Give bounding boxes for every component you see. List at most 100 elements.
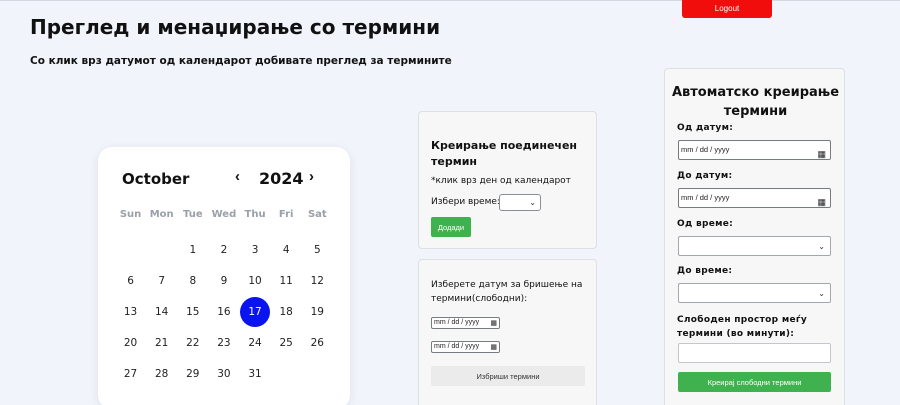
calendar-day-number: 26: [310, 336, 324, 349]
calendar-week: 20 21 22 23 24 25 26: [115, 327, 333, 358]
to-date-label: До датум:: [677, 171, 733, 181]
calendar-day-number: 5: [313, 243, 321, 256]
calendar-day[interactable]: 13: [115, 296, 146, 327]
calendar-grid: Sun Mon Tue Wed Thu Fri Sat 1 2 3 4 5 6 7 8 9 10 11 12 13 1…: [115, 209, 333, 389]
calendar-week: 13 14 15 16 17 18 19: [115, 296, 333, 327]
calendar-day-number: 3: [251, 243, 259, 256]
calendar-day-number: 30: [217, 367, 231, 380]
page-title: Преглед и менаџирање со термини: [30, 15, 441, 39]
to-date-input[interactable]: mm / dd / yyyy ▦: [678, 188, 831, 208]
calendar-day[interactable]: 27: [115, 358, 146, 389]
chevron-right-icon[interactable]: ›: [309, 168, 314, 185]
calendar-day[interactable]: 9: [208, 265, 239, 296]
auto-create-panel: Автоматско креирање термини Од датум: mm…: [664, 68, 845, 405]
weekday-label: Sat: [307, 209, 327, 220]
delete-to-date-input[interactable]: mm / dd / yyyy ▦: [431, 341, 500, 353]
calendar-day-number: 25: [279, 336, 293, 349]
calendar-icon[interactable]: ▦: [817, 145, 826, 163]
logout-button[interactable]: Logout: [682, 0, 772, 18]
calendar-day[interactable]: 8: [177, 265, 208, 296]
create-free-appointments-button[interactable]: Креирај слободни термини: [678, 372, 831, 392]
calendar-day[interactable]: 21: [146, 327, 177, 358]
from-date-input[interactable]: mm / dd / yyyy ▦: [678, 140, 831, 160]
calendar-day[interactable]: 11: [271, 265, 302, 296]
calendar-days: 1 2 3 4 5 6 7 8 9 10 11 12 13 14 15 16 17 18 19 20 21 22 23 24 2…: [115, 234, 333, 389]
calendar-day-number: 17: [240, 296, 271, 327]
calendar-day[interactable]: 10: [240, 265, 271, 296]
delete-appointments-button[interactable]: Избриши термини: [431, 366, 585, 386]
calendar-day[interactable]: 5: [302, 234, 333, 265]
add-appointment-button[interactable]: Додади: [431, 217, 471, 237]
create-single-title: Креирање поединечен термин: [431, 139, 578, 168]
from-time-select[interactable]: ⌄: [678, 236, 831, 256]
calendar-empty-cell: [302, 358, 333, 389]
to-time-select[interactable]: ⌄: [678, 283, 831, 303]
calendar-day[interactable]: 25: [271, 327, 302, 358]
calendar-day[interactable]: 14: [146, 296, 177, 327]
calendar-day-number: 31: [248, 367, 262, 380]
calendar-day-number: 7: [158, 274, 166, 287]
weekday-label: Tue: [183, 209, 203, 220]
create-single-hint: *клик врз ден од календарот: [431, 176, 571, 186]
calendar-day[interactable]: 22: [177, 327, 208, 358]
calendar-day[interactable]: 29: [177, 358, 208, 389]
weekday-label: Sun: [119, 209, 142, 220]
calendar-day[interactable]: 30: [208, 358, 239, 389]
from-date-label: Од датум:: [677, 123, 734, 133]
calendar-day-number: 2: [220, 243, 228, 256]
calendar-day-number: 1: [189, 243, 197, 256]
calendar-icon[interactable]: ▦: [490, 319, 497, 329]
calendar-day[interactable]: 3: [240, 234, 271, 265]
calendar-day-number: 29: [186, 367, 200, 380]
calendar-day[interactable]: 18: [271, 296, 302, 327]
calendar-icon[interactable]: ▦: [490, 343, 497, 353]
calendar-day-number: 8: [189, 274, 197, 287]
calendar-day[interactable]: 20: [115, 327, 146, 358]
calendar-day[interactable]: 6: [115, 265, 146, 296]
time-select[interactable]: ⌄: [499, 194, 541, 211]
gap-minutes-input[interactable]: [678, 343, 831, 363]
calendar-day-number: 21: [155, 336, 169, 349]
calendar-day[interactable]: 16: [208, 296, 239, 327]
calendar-day[interactable]: 19: [302, 296, 333, 327]
calendar-empty-cell: [146, 234, 177, 265]
calendar-week: 27 28 29 30 31: [115, 358, 333, 389]
calendar-day-number: 28: [155, 367, 169, 380]
calendar-day[interactable]: 12: [302, 265, 333, 296]
calendar-day[interactable]: 23: [208, 327, 239, 358]
calendar-day-number: 15: [186, 305, 200, 318]
weekday-label: Wed: [211, 209, 237, 220]
calendar-day-number: 11: [279, 274, 293, 287]
calendar-empty-cell: [115, 234, 146, 265]
weekday-header: Sun Mon Tue Wed Thu Fri Sat: [115, 209, 333, 220]
calendar-day[interactable]: 1: [177, 234, 208, 265]
calendar-day-number: 23: [217, 336, 231, 349]
chevron-left-icon[interactable]: ‹: [235, 168, 240, 185]
calendar-day[interactable]: 24: [240, 327, 271, 358]
calendar-day[interactable]: 26: [302, 327, 333, 358]
calendar-day[interactable]: 2: [208, 234, 239, 265]
calendar-day[interactable]: 7: [146, 265, 177, 296]
delete-from-date-input[interactable]: mm / dd / yyyy ▦: [431, 317, 500, 329]
calendar-day[interactable]: 4: [271, 234, 302, 265]
create-single-panel: Креирање поединечен термин *клик врз ден…: [418, 111, 597, 249]
calendar-day-number: 12: [310, 274, 324, 287]
calendar-week: 6 7 8 9 10 11 12: [115, 265, 333, 296]
calendar: October ‹ 2024 › Sun Mon Tue Wed Thu Fri Sat 1…: [98, 147, 350, 405]
calendar-day-number: 16: [217, 305, 231, 318]
delete-appointments-panel: Изберете датум за бришење на термини(сло…: [418, 259, 597, 405]
calendar-day-number: 4: [282, 243, 290, 256]
calendar-day[interactable]: 28: [146, 358, 177, 389]
chevron-down-icon: ⌄: [818, 289, 825, 298]
calendar-day[interactable]: 31: [240, 358, 271, 389]
gap-minutes-label: Слободен простор меѓу термини (во минути…: [677, 315, 808, 339]
calendar-day-number: 24: [248, 336, 262, 349]
auto-create-title: Автоматско креирање термини: [671, 85, 840, 119]
chevron-down-icon: ⌄: [818, 242, 825, 251]
calendar-icon[interactable]: ▦: [817, 193, 826, 211]
calendar-day-selected[interactable]: 17: [240, 296, 271, 327]
time-select-label: Избери време:: [431, 197, 500, 207]
calendar-year: 2024: [259, 169, 304, 188]
calendar-day[interactable]: 15: [177, 296, 208, 327]
calendar-day-number: 22: [186, 336, 200, 349]
